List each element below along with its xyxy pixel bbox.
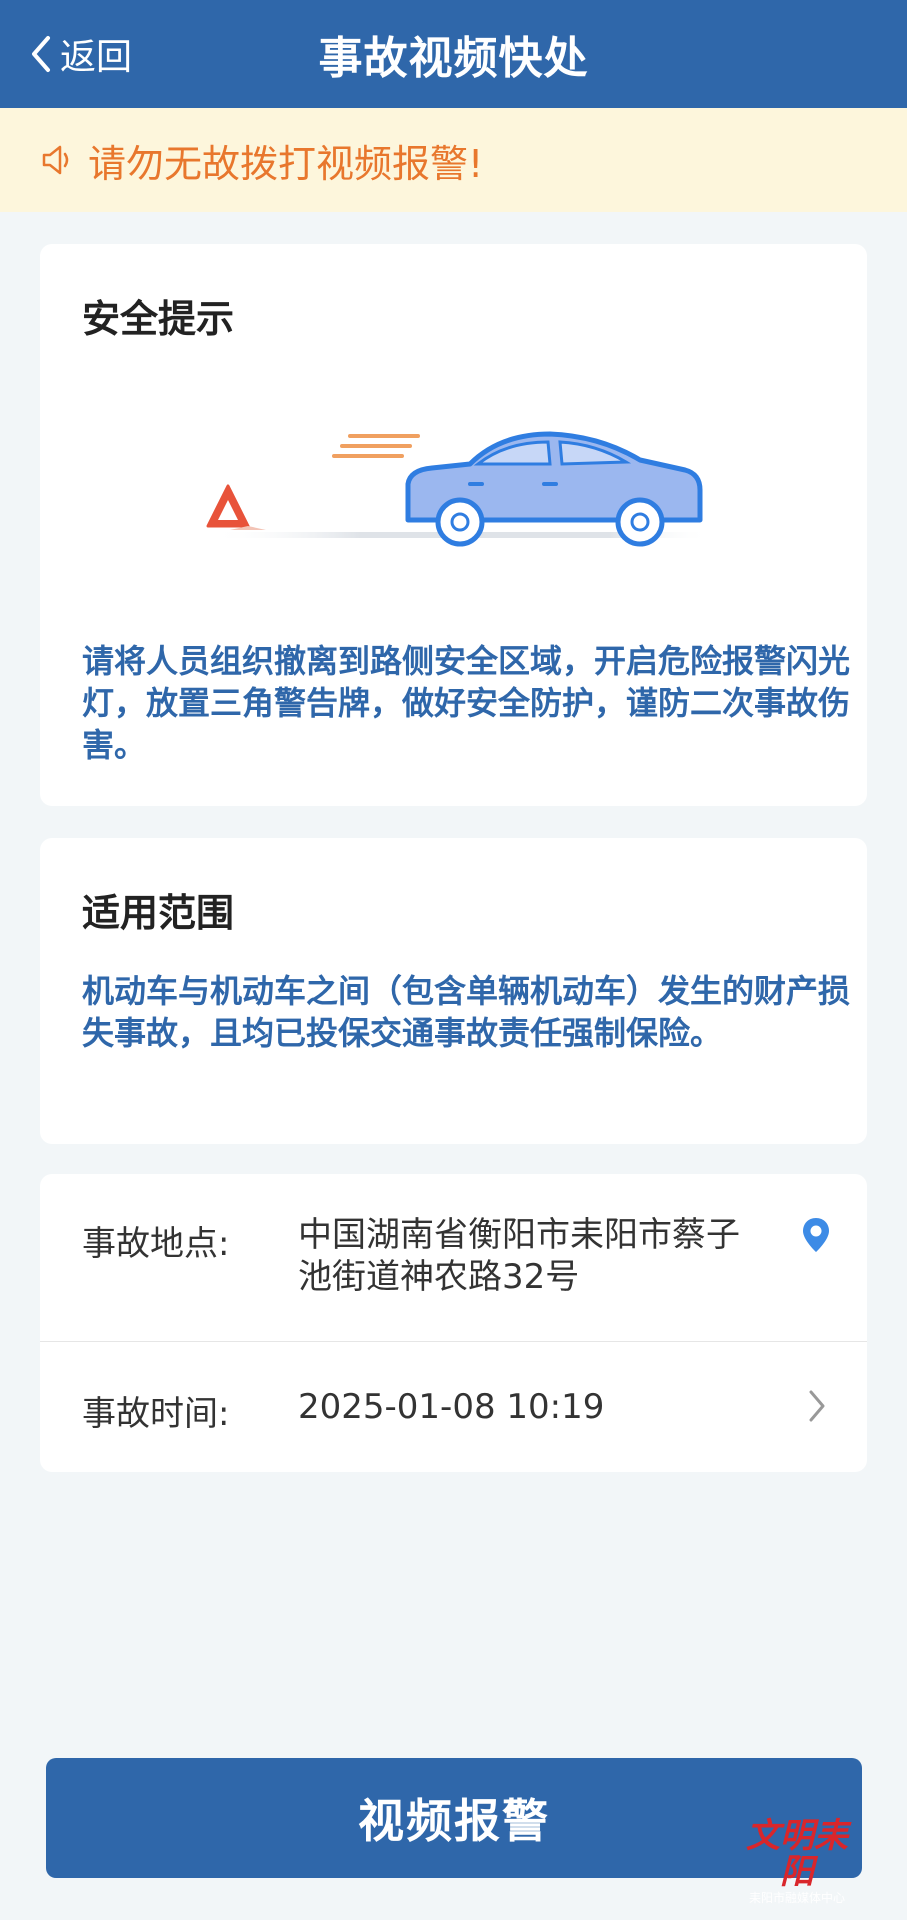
page: 返回 事故视频快处 请勿无故拨打视频报警! 安全提示 请将人员组织撤离到路侧安全… [0,0,907,1920]
location-value: 中国湖南省衡阳市耒阳市蔡子池街道神农路32号 [298,1215,740,1297]
warning-banner: 请勿无故拨打视频报警! [0,108,907,212]
back-button[interactable]: 返回 [28,0,132,108]
chevron-right-icon[interactable] [807,1388,827,1424]
scope-card: 适用范围 机动车与机动车之间（包含单辆机动车）发生的财产损失事故，且均已投保交通… [40,838,867,1144]
back-label: 返回 [60,37,133,78]
accident-info-card: 事故地点: 中国湖南省衡阳市耒阳市蔡子池街道神农路32号 事故时间: 2025-… [40,1174,867,1472]
video-alarm-button[interactable]: 视频报警 [46,1758,862,1878]
scope-title: 适用范围 [82,891,235,935]
safety-text: 请将人员组织撤离到路侧安全区域，开启危险报警闪光灯，放置三角警告牌，做好安全防护… [82,642,851,764]
chevron-left-icon [32,36,50,72]
warning-text: 请勿无故拨打视频报警! [88,141,484,186]
scope-text: 机动车与机动车之间（包含单辆机动车）发生的财产损失事故，且均已投保交通事故责任强… [82,972,851,1052]
watermark-subtext: 耒阳市融媒体中心 [748,1891,845,1905]
page-title: 事故视频快处 [318,33,589,84]
time-row[interactable]: 事故时间: 2025-01-08 10:19 [40,1342,867,1472]
car-icon [405,431,703,547]
location-label: 事故地点: [82,1224,230,1264]
app-header: 返回 事故视频快处 [0,0,907,108]
warning-triangle-icon [206,484,266,530]
safety-card: 安全提示 请将人员组织撤离到路侧安全区域，开启危险报警闪光灯，放置三角警告牌，做… [40,244,867,806]
safety-title: 安全提示 [82,297,235,341]
location-pin-icon[interactable] [801,1216,831,1254]
time-value: 2025-01-08 10:19 [298,1387,605,1427]
time-label: 事故时间: [82,1394,230,1434]
speaker-icon [42,145,69,175]
location-row[interactable]: 事故地点: 中国湖南省衡阳市耒阳市蔡子池街道神农路32号 [40,1174,867,1342]
car-illustration [206,431,710,547]
